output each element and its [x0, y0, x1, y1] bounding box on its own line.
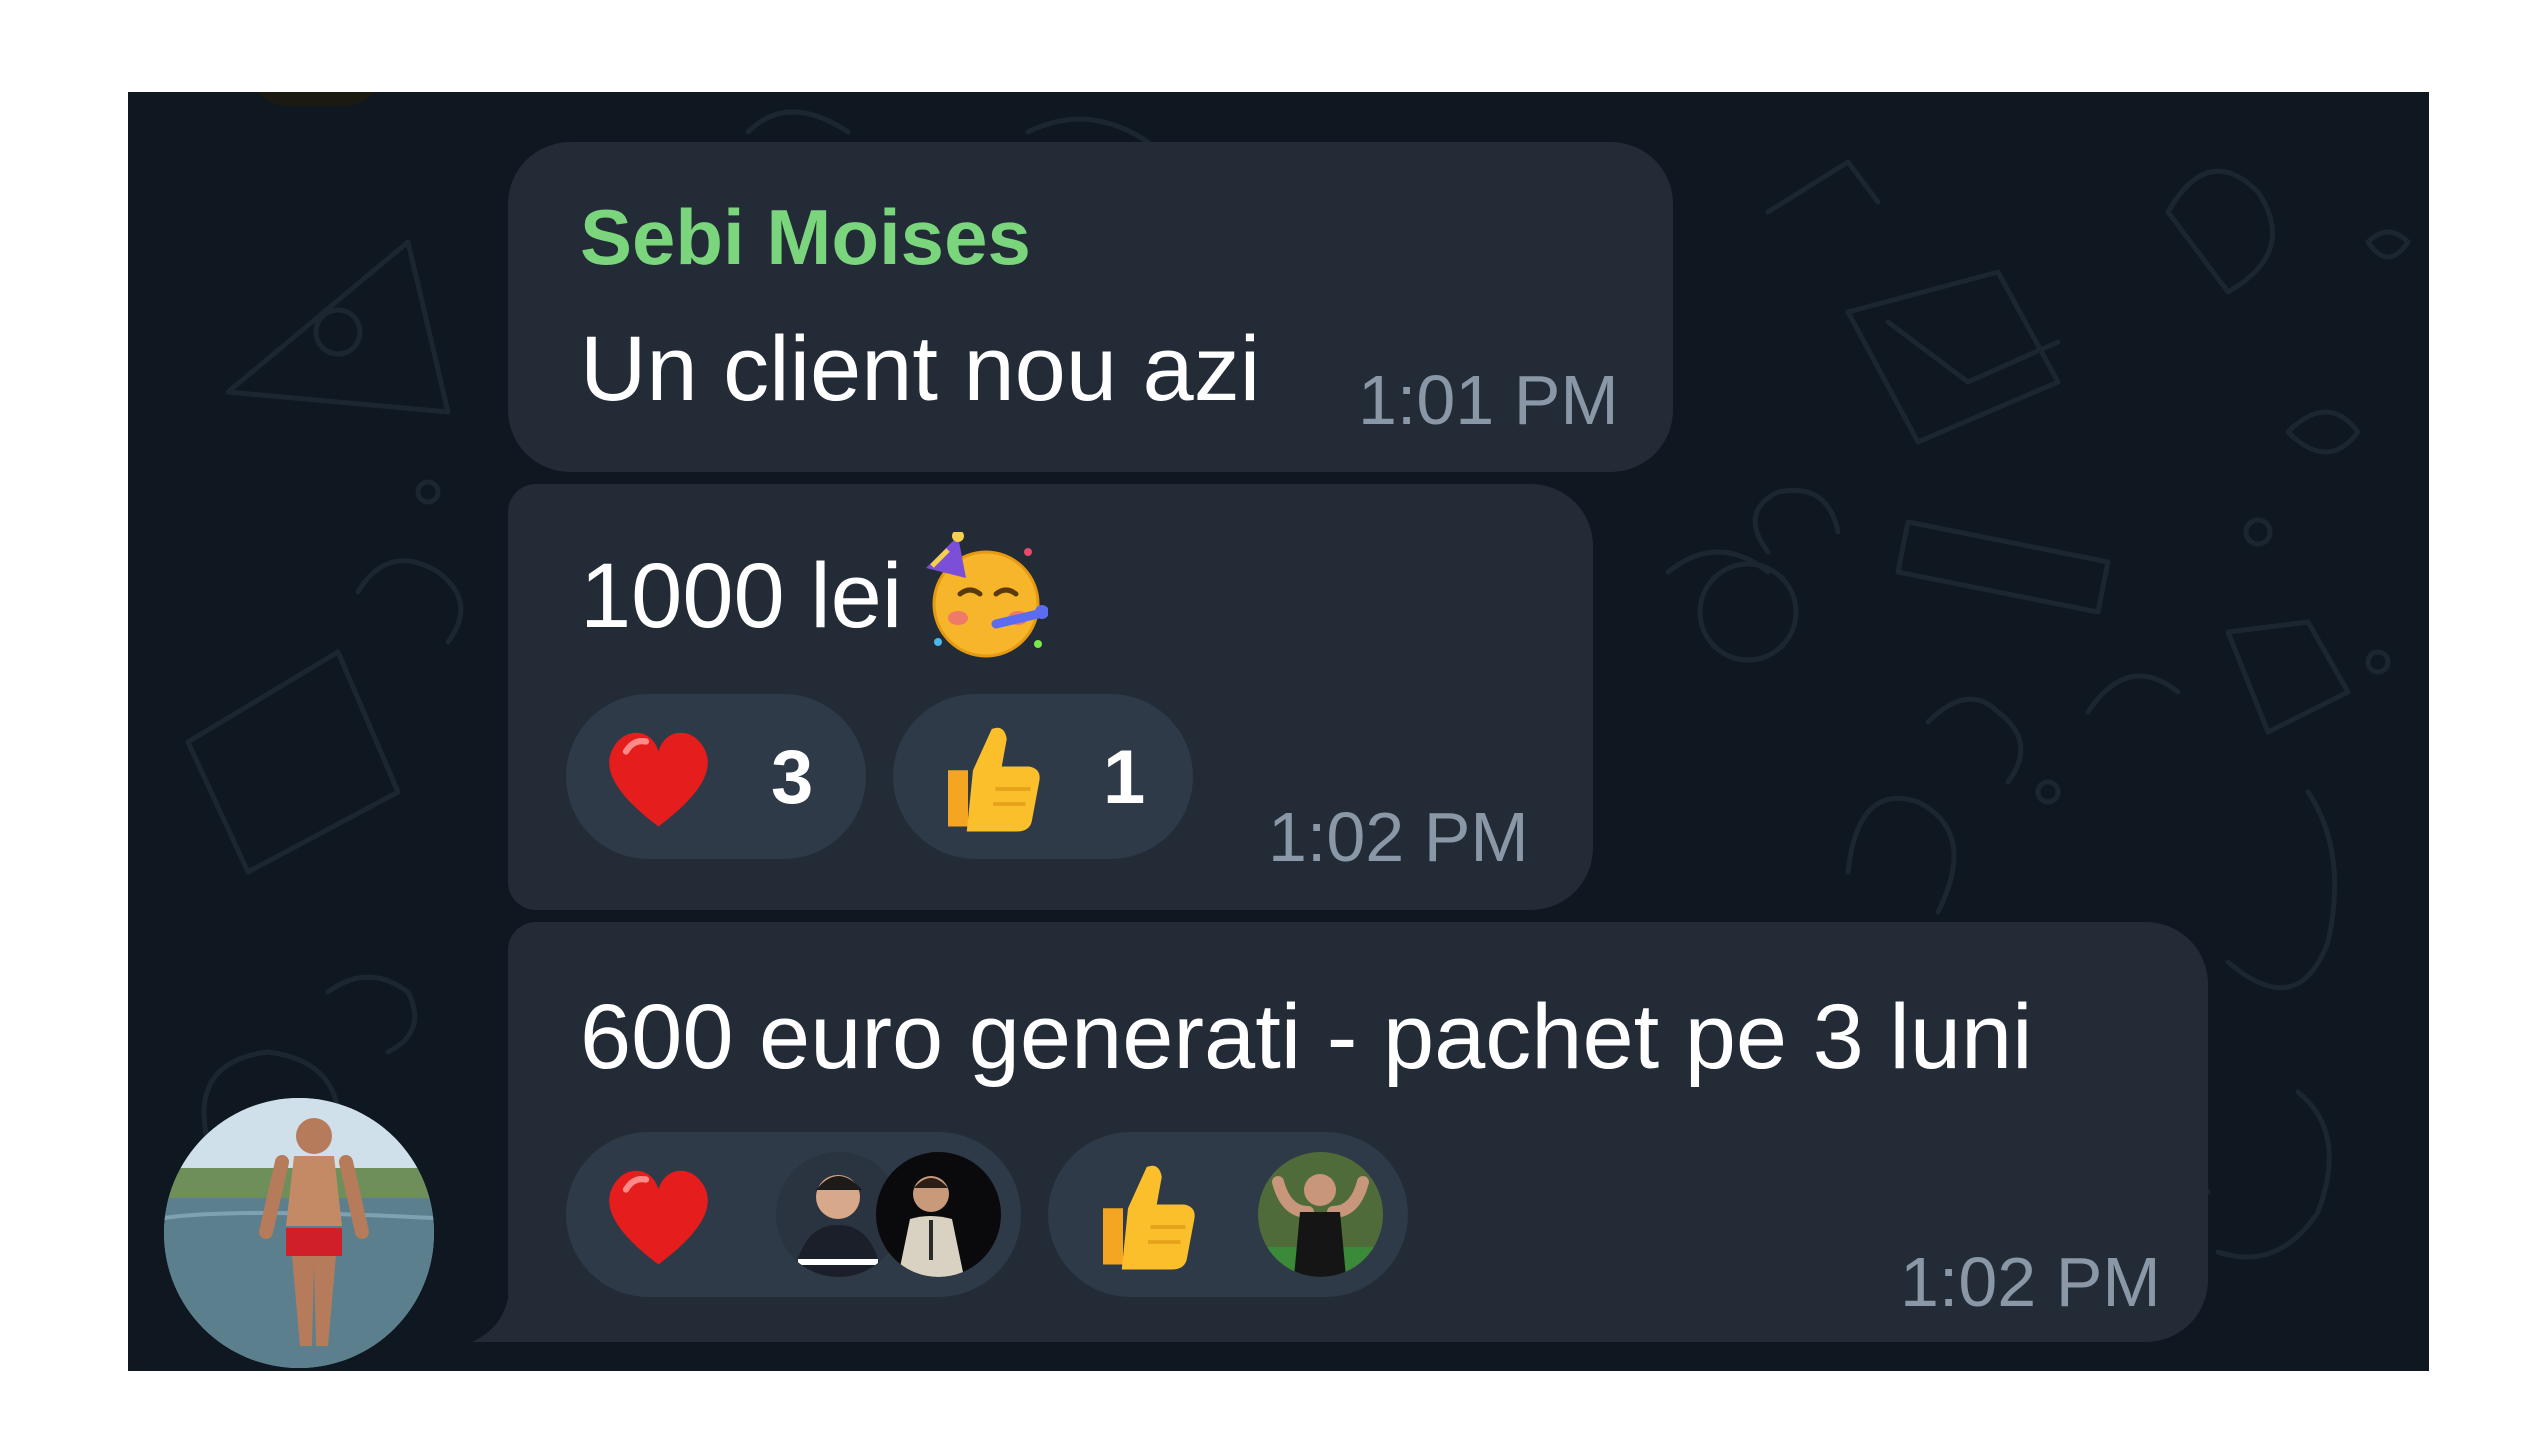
partying-face-icon — [926, 532, 1048, 658]
reaction-heart[interactable]: 3 — [566, 694, 866, 859]
thumbs-up-icon — [948, 727, 1040, 832]
sender-name[interactable]: Sebi Moises — [580, 192, 1031, 283]
reactor-avatar[interactable] — [1258, 1152, 1383, 1277]
message-time: 1:02 PM — [1900, 1243, 2161, 1321]
message-text: 600 euro generati - pachet pe 3 luni — [580, 986, 2033, 1088]
message-text: Un client nou azi — [580, 318, 1261, 420]
chat-panel: Sebi Moises Un client nou azi 1:01 PM 10… — [128, 92, 2429, 1371]
reaction-thumbs-up[interactable] — [1048, 1132, 1408, 1297]
reaction-count: 1 — [1103, 735, 1146, 820]
reaction-count: 3 — [771, 735, 814, 820]
heart-icon — [609, 732, 708, 827]
thumbs-up-icon — [1103, 1165, 1195, 1270]
reaction-heart[interactable] — [566, 1132, 1021, 1297]
message-time: 1:02 PM — [1268, 798, 1529, 876]
previous-avatar-edge — [246, 92, 386, 106]
heart-icon — [609, 1170, 708, 1265]
reaction-thumbs-up[interactable]: 1 — [893, 694, 1193, 859]
sender-avatar[interactable] — [164, 1098, 434, 1368]
message-time: 1:01 PM — [1358, 361, 1619, 439]
reactor-avatar[interactable] — [876, 1152, 1001, 1277]
message-text: 1000 lei — [580, 545, 903, 647]
bubble-tail — [472, 1298, 532, 1342]
